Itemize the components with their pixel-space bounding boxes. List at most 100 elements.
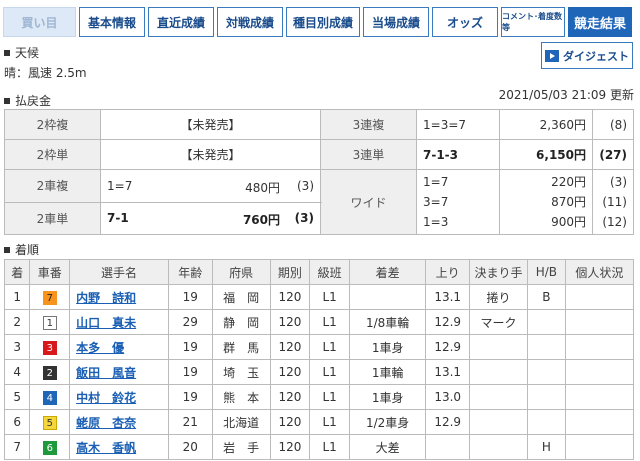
car-number-cell: 6 xyxy=(29,434,71,460)
racer-name-link[interactable]: 飯田 風音 xyxy=(76,366,136,380)
term-cell: 120 xyxy=(269,334,311,360)
racer-name-cell: 中村 鈴花 xyxy=(69,384,169,410)
digest-label: ダイジェスト xyxy=(563,49,629,63)
car-number-cell: 4 xyxy=(29,384,71,410)
digest-button[interactable]: ダイジェスト xyxy=(541,42,633,69)
payout-combo: 7-1 xyxy=(107,211,129,226)
payout-combo: 7-1-3 xyxy=(416,139,500,170)
cls-cell: L1 xyxy=(309,384,350,410)
payout-amount: 2,360円 xyxy=(499,109,593,140)
car-number-badge: 6 xyxy=(42,440,57,455)
section-marker-icon xyxy=(4,97,10,104)
payout-amount: 480円 xyxy=(245,180,280,195)
cls-cell: L1 xyxy=(309,309,350,335)
result-row: 1 7 内野 詩和 19 福 岡 120 L1 13.1 捲り B xyxy=(3,284,635,310)
tab-3[interactable]: 対戦成績 xyxy=(217,7,283,37)
column-header: 年齢 xyxy=(167,259,213,285)
hb-cell xyxy=(527,334,566,360)
payout-combo: 1=3 xyxy=(423,215,449,229)
pref-cell: 熊 本 xyxy=(211,384,271,410)
agari-cell: 12.9 xyxy=(425,334,471,360)
term-cell: 120 xyxy=(269,434,311,460)
agari-cell: 12.9 xyxy=(425,409,471,435)
results-table: 着車番 選手名 年齢 府県 期別 級班 着差 上り 決まり手 H/B 個人状況 1 7 内野 詩和 19 福… xyxy=(3,259,635,460)
racer-name-link[interactable]: 本多 優 xyxy=(76,341,124,355)
hb-cell: B xyxy=(527,284,566,310)
age-cell: 20 xyxy=(167,434,213,460)
tab-6[interactable]: オッズ xyxy=(432,7,498,37)
racer-name-link[interactable]: 内野 詩和 xyxy=(76,291,136,305)
payout-amount: 220円 xyxy=(551,175,586,189)
status-cell xyxy=(564,334,635,360)
payout-combo: 3=7 xyxy=(423,195,449,209)
updated-timestamp: 2021/05/03 21:09 更新 xyxy=(498,88,634,102)
pref-cell: 福 岡 xyxy=(211,284,271,310)
status-cell xyxy=(564,284,635,310)
rank-cell: 6 xyxy=(3,409,31,435)
result-row: 5 4 中村 鈴花 19 熊 本 120 L1 1車身 13.0 xyxy=(3,384,635,410)
payout-cell: 7-1 760円 (3) xyxy=(100,201,321,235)
age-cell: 29 xyxy=(167,309,213,335)
car-number-badge: 4 xyxy=(42,390,57,405)
car-number-badge: 1 xyxy=(42,315,57,330)
payout-amount: 760円 xyxy=(242,213,280,228)
hb-cell xyxy=(527,359,566,385)
payout-heading-label: 払戻金 xyxy=(15,94,52,108)
column-header: 府県 xyxy=(211,259,271,285)
racer-name-cell: 内野 詩和 xyxy=(69,284,169,310)
cls-cell: L1 xyxy=(309,359,350,385)
weather-heading: 天候 xyxy=(4,44,39,61)
bet-type-label: 2車複 xyxy=(4,169,101,203)
tab-4[interactable]: 種目別成績 xyxy=(286,7,360,37)
margin-cell: 1車身 xyxy=(348,384,427,410)
car-number-cell: 3 xyxy=(29,334,71,360)
bet-type-label: ワイド xyxy=(320,169,417,235)
column-header: 上り xyxy=(425,259,471,285)
term-cell: 120 xyxy=(269,284,311,310)
age-cell: 19 xyxy=(167,359,213,385)
rank-cell: 2 xyxy=(3,309,31,335)
pref-cell: 埼 玉 xyxy=(211,359,271,385)
payout-amount: 6,150円 xyxy=(499,139,593,170)
racer-name-link[interactable]: 山口 真未 xyxy=(76,316,136,330)
hb-cell xyxy=(527,309,566,335)
status-cell xyxy=(564,409,635,435)
bet-type-label: 2枠複 xyxy=(4,109,101,140)
racer-name-link[interactable]: 中村 鈴花 xyxy=(76,391,136,405)
tab-8[interactable]: 競走結果 xyxy=(568,7,632,37)
pref-cell: 北海道 xyxy=(211,409,271,435)
racer-name-cell: 蛯原 杏奈 xyxy=(69,409,169,435)
weather-heading-label: 天候 xyxy=(15,46,40,60)
agari-cell: 13.1 xyxy=(425,359,471,385)
kimarite-cell: 捲り xyxy=(469,284,529,310)
margin-cell: 1車輪 xyxy=(348,359,427,385)
payout-amount: 900円 xyxy=(551,215,586,229)
results-header-row: 着車番 選手名 年齢 府県 期別 級班 着差 上り 決まり手 H/B 個人状況 xyxy=(3,259,635,285)
racer-name-cell: 山口 真未 xyxy=(69,309,169,335)
kimarite-cell xyxy=(469,409,529,435)
rank-cell: 7 xyxy=(3,434,31,460)
term-cell: 120 xyxy=(269,359,311,385)
cls-cell: L1 xyxy=(309,284,350,310)
tab-7[interactable]: コメント･着度数等 xyxy=(501,7,565,37)
payout-popularity: (8) xyxy=(592,109,634,140)
racer-name-link[interactable]: 蛯原 杏奈 xyxy=(76,416,136,430)
tab-2[interactable]: 直近成績 xyxy=(148,7,214,37)
column-header: 決まり手 xyxy=(469,259,529,285)
agari-cell xyxy=(425,434,471,460)
racer-name-link[interactable]: 高木 香帆 xyxy=(76,441,136,455)
car-number-cell: 5 xyxy=(29,409,71,435)
hb-cell xyxy=(527,409,566,435)
hb-cell xyxy=(527,384,566,410)
tab-0[interactable]: 買い目 xyxy=(3,7,76,37)
term-cell: 120 xyxy=(269,409,311,435)
payout-row: 2車複 1=7 480円 (3) ワイド 1=7 3=7 1=3 220円 87… xyxy=(4,169,634,235)
rank-cell: 5 xyxy=(3,384,31,410)
agari-cell: 13.1 xyxy=(425,284,471,310)
tab-1[interactable]: 基本情報 xyxy=(79,7,145,37)
tab-5[interactable]: 当場成績 xyxy=(363,7,429,37)
agari-cell: 13.0 xyxy=(425,384,471,410)
margin-cell: 1/2車身 xyxy=(348,409,427,435)
age-cell: 21 xyxy=(167,409,213,435)
kimarite-cell xyxy=(469,384,529,410)
